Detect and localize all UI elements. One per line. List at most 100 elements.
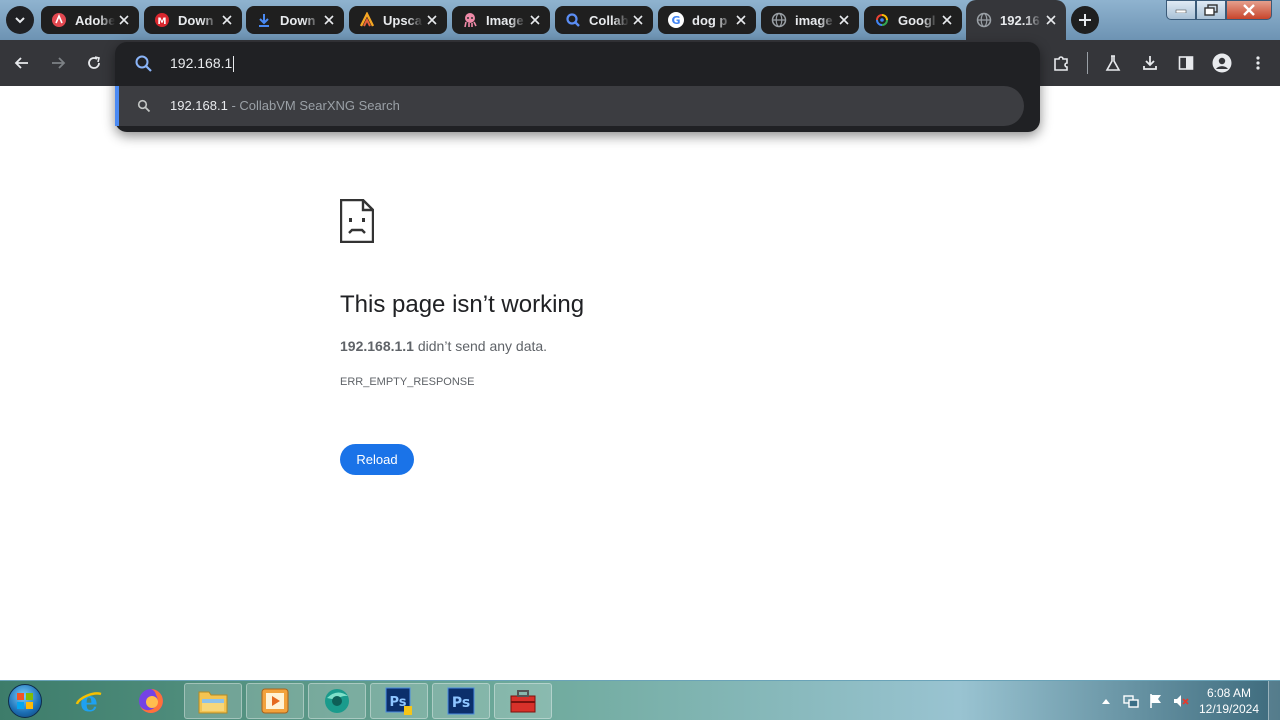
svg-text:M: M bbox=[158, 17, 167, 27]
address-bar-input[interactable]: 192.168.1 bbox=[170, 55, 235, 73]
adobe-icon bbox=[51, 12, 67, 28]
new-tab-button[interactable] bbox=[1071, 6, 1099, 34]
menu-button[interactable] bbox=[1246, 51, 1270, 75]
minimize-icon bbox=[1175, 9, 1187, 13]
search-icon bbox=[565, 12, 581, 28]
tab-active-192-168[interactable]: 192.16 bbox=[966, 0, 1066, 40]
close-window-button[interactable] bbox=[1226, 0, 1272, 20]
taskbar-firefox[interactable] bbox=[122, 683, 180, 719]
tab-collab[interactable]: Collab bbox=[555, 6, 653, 34]
google-icon: G bbox=[668, 12, 684, 28]
address-bar-text: 192.168.1 bbox=[170, 55, 233, 71]
tab-search-button[interactable] bbox=[6, 6, 34, 34]
labs-button[interactable] bbox=[1101, 51, 1125, 75]
show-hidden-icons-button[interactable] bbox=[1098, 693, 1114, 709]
octopus-icon bbox=[462, 12, 478, 28]
network-icon bbox=[1123, 695, 1139, 708]
tab-image-2[interactable]: image bbox=[761, 6, 859, 34]
upscale-icon bbox=[359, 12, 375, 28]
show-desktop-button[interactable] bbox=[1268, 681, 1280, 721]
tab-mega-download[interactable]: M Down bbox=[144, 6, 242, 34]
text-caret bbox=[233, 56, 235, 73]
tab-google-lens[interactable]: Googl bbox=[864, 6, 962, 34]
profile-button[interactable] bbox=[1210, 51, 1234, 75]
action-center-tray-icon[interactable] bbox=[1148, 693, 1164, 709]
side-panel-icon bbox=[1178, 56, 1194, 70]
reload-button[interactable]: Reload bbox=[340, 444, 414, 475]
downloads-button[interactable] bbox=[1138, 51, 1162, 75]
taskbar-photoshop-elements[interactable]: Ps bbox=[370, 683, 428, 719]
taskbar-photoshop[interactable]: Ps bbox=[432, 683, 490, 719]
tab-download[interactable]: Down bbox=[246, 6, 344, 34]
back-button[interactable] bbox=[10, 51, 34, 75]
window-controls bbox=[1166, 0, 1272, 20]
tab-title: 192.16 bbox=[1000, 12, 1040, 28]
clock-time: 6:08 AM bbox=[1206, 686, 1252, 700]
error-message: didn’t send any data. bbox=[413, 338, 548, 354]
volume-tray-icon[interactable] bbox=[1173, 693, 1189, 709]
close-icon[interactable] bbox=[320, 11, 338, 29]
download-icon bbox=[1143, 56, 1157, 70]
close-icon[interactable] bbox=[115, 11, 133, 29]
close-icon[interactable] bbox=[218, 11, 236, 29]
omnibox-suggestion[interactable]: 192.168.1 - CollabVM SearXNG Search bbox=[115, 86, 1024, 126]
refresh-icon bbox=[88, 56, 100, 69]
close-icon[interactable] bbox=[526, 11, 544, 29]
taskbar-internet-explorer[interactable]: e bbox=[60, 683, 118, 719]
flag-icon bbox=[1150, 694, 1161, 708]
close-icon[interactable] bbox=[629, 11, 647, 29]
media-player-icon bbox=[261, 688, 289, 714]
extensions-button[interactable] bbox=[1049, 51, 1073, 75]
search-icon bbox=[135, 55, 152, 72]
network-tray-icon[interactable] bbox=[1123, 693, 1139, 709]
close-icon[interactable] bbox=[1042, 11, 1060, 29]
mega-icon: M bbox=[154, 12, 170, 28]
svg-text:e: e bbox=[80, 686, 98, 716]
suggestion-query: 192.168.1 bbox=[170, 98, 228, 113]
close-icon[interactable] bbox=[732, 11, 750, 29]
firefox-icon bbox=[139, 689, 163, 713]
tab-image[interactable]: Image bbox=[452, 6, 550, 34]
plus-icon bbox=[1079, 14, 1091, 26]
taskbar-toolbox[interactable] bbox=[494, 683, 552, 719]
taskbar-browser-active[interactable] bbox=[308, 683, 366, 719]
sad-page-icon bbox=[340, 199, 374, 243]
arrow-left-icon bbox=[14, 57, 28, 69]
toolbox-icon bbox=[510, 690, 536, 713]
maximize-button[interactable] bbox=[1196, 0, 1226, 20]
system-clock[interactable]: 6:08 AM 12/19/2024 bbox=[1196, 685, 1262, 717]
chevron-down-icon bbox=[15, 17, 25, 24]
error-host: 192.168.1.1 bbox=[340, 338, 414, 354]
start-button[interactable] bbox=[5, 682, 45, 720]
photoshop-icon: Ps bbox=[447, 687, 475, 715]
tab-title: dog p bbox=[692, 12, 728, 28]
google-lens-icon bbox=[874, 12, 890, 28]
taskbar-file-explorer[interactable] bbox=[184, 683, 242, 719]
chevron-up-icon bbox=[1102, 699, 1110, 704]
browser-icon bbox=[325, 689, 349, 713]
side-panel-button[interactable] bbox=[1174, 51, 1198, 75]
clock-date: 12/19/2024 bbox=[1198, 702, 1260, 716]
tab-adobe[interactable]: Adobe bbox=[41, 6, 139, 34]
forward-button[interactable] bbox=[46, 51, 70, 75]
reload-toolbar-button[interactable] bbox=[82, 51, 106, 75]
folder-icon bbox=[198, 691, 228, 714]
error-title: This page isn’t working bbox=[340, 291, 585, 318]
tab-title: Upsca bbox=[383, 12, 423, 28]
tab-title: Collab bbox=[589, 12, 629, 28]
close-icon[interactable] bbox=[423, 11, 441, 29]
suggestion-provider: CollabVM SearXNG Search bbox=[239, 98, 400, 113]
minimize-button[interactable] bbox=[1166, 0, 1196, 20]
tab-title: Image bbox=[486, 12, 524, 28]
tab-dog-google[interactable]: G dog p bbox=[658, 6, 756, 34]
search-icon bbox=[137, 99, 151, 113]
windows-logo-icon bbox=[8, 684, 42, 718]
volume-muted-icon bbox=[1174, 695, 1189, 707]
close-icon[interactable] bbox=[835, 11, 853, 29]
tab-upscale[interactable]: Upsca bbox=[349, 6, 447, 34]
taskbar-media-player[interactable] bbox=[246, 683, 304, 719]
avatar-icon bbox=[1212, 53, 1232, 73]
tab-strip: Adobe M Down Down Upsca Image Collab G d… bbox=[0, 0, 1280, 40]
restore-icon bbox=[1204, 4, 1218, 16]
close-icon[interactable] bbox=[938, 11, 956, 29]
